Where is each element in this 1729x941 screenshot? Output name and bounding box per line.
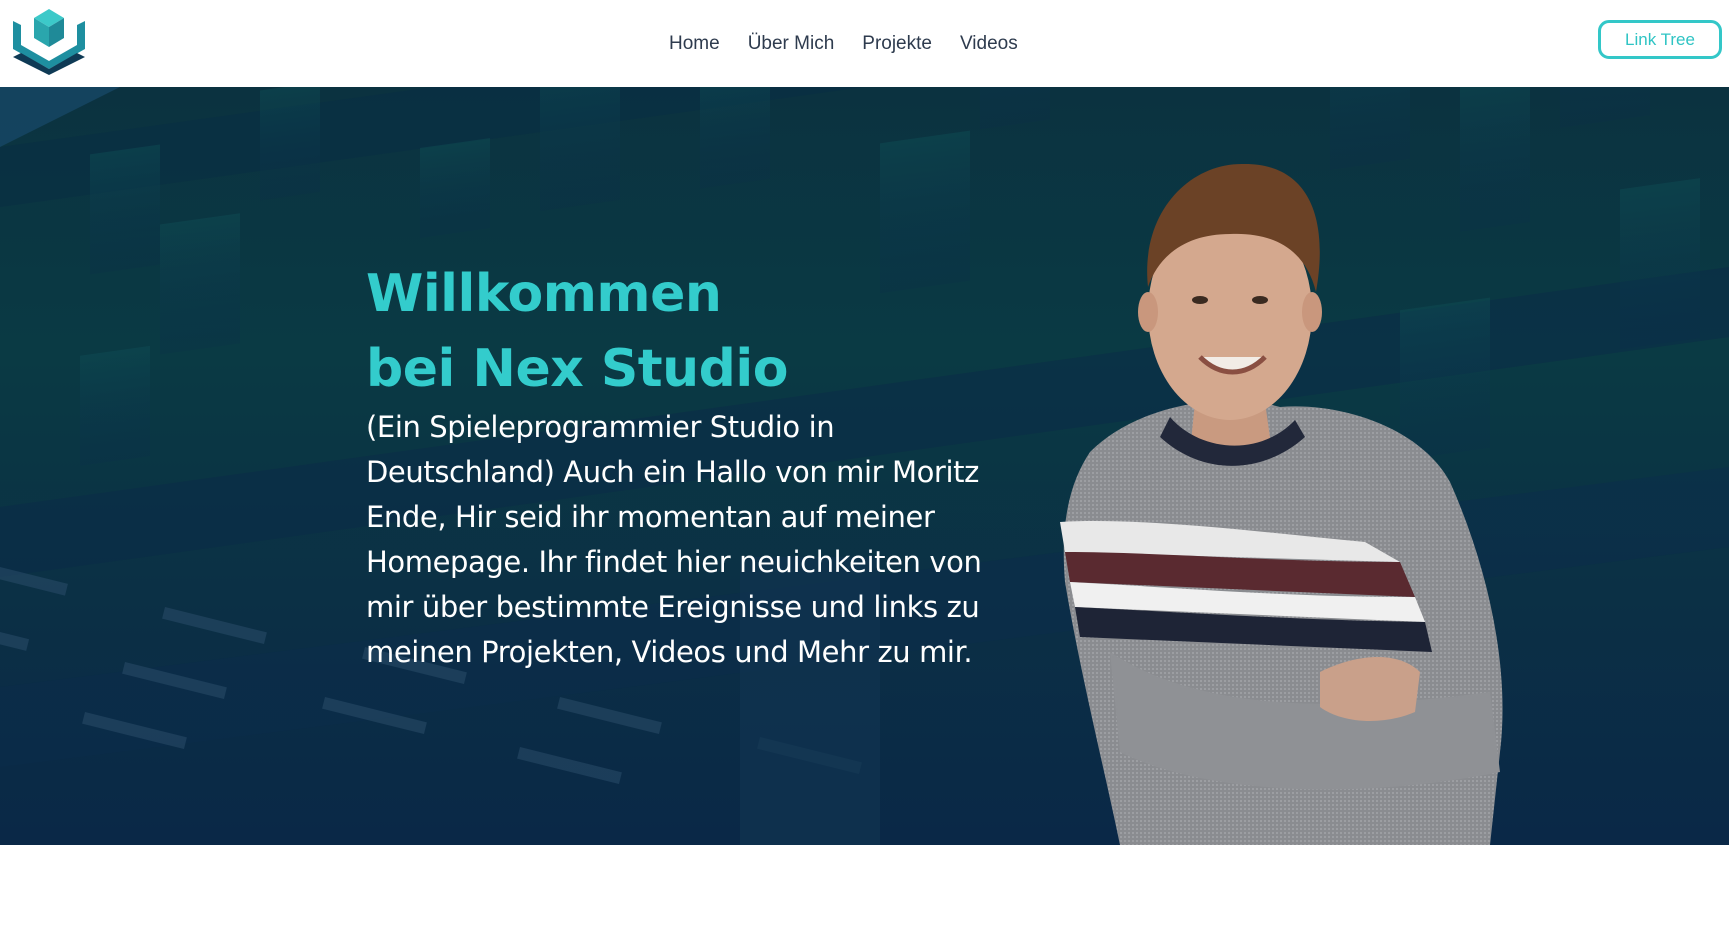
hero-description: (Ein Spieleprogrammier Studio in Deutsch… xyxy=(366,410,982,669)
main-nav: Home Über Mich Projekte Videos xyxy=(669,30,1018,58)
hero-title-line-2: bei Nex Studio xyxy=(366,339,788,399)
nav-link-videos[interactable]: Videos xyxy=(960,30,1018,58)
link-tree-button[interactable]: Link Tree xyxy=(1598,20,1722,59)
hex-cube-logo-icon[interactable] xyxy=(13,9,85,75)
portrait-image xyxy=(1060,163,1503,845)
hero-title-line-1: Willkommen xyxy=(366,264,722,324)
hero-section: Willkommen bei Nex Studio (Ein Spielepro… xyxy=(0,87,1729,845)
nav-link-home[interactable]: Home xyxy=(669,30,720,58)
nav-link-projekte[interactable]: Projekte xyxy=(862,30,932,58)
nav-link-ueber-mich[interactable]: Über Mich xyxy=(748,30,835,58)
hero-title: Willkommen bei Nex Studio xyxy=(366,257,788,407)
navbar: Home Über Mich Projekte Videos Link Tree xyxy=(0,0,1729,87)
